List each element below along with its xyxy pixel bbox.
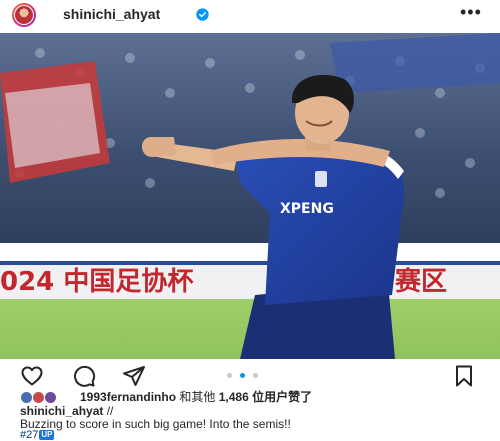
- avatar[interactable]: [12, 3, 36, 27]
- up-badge: UP: [39, 430, 55, 440]
- banner-text-right: 赛区: [394, 266, 447, 297]
- heart-icon[interactable]: [20, 364, 44, 388]
- caption-text: Buzzing to score in such big game! Into …: [20, 417, 291, 431]
- liker-avatars: [20, 391, 76, 404]
- more-options-icon[interactable]: •••: [460, 2, 482, 23]
- hashtag-link[interactable]: #27: [20, 429, 38, 441]
- carousel-dot[interactable]: [227, 373, 232, 378]
- share-icon[interactable]: [122, 364, 146, 388]
- verified-badge-icon: [196, 8, 209, 21]
- likes-count[interactable]: 1,486: [219, 390, 249, 404]
- banner-text: 024 中国足协杯: [0, 267, 193, 297]
- carousel-indicator: [227, 372, 273, 380]
- post-actions: [0, 362, 500, 388]
- photo-image: 024 中国足协杯 赛区 XPENG: [0, 33, 500, 359]
- carousel-dot[interactable]: [253, 373, 258, 378]
- carousel-dot-active[interactable]: [240, 373, 245, 378]
- caption-separator: //: [103, 404, 114, 418]
- bookmark-icon[interactable]: [452, 364, 476, 388]
- caption-username[interactable]: shinichi_ahyat: [20, 404, 103, 418]
- avatar[interactable]: [44, 391, 57, 404]
- header-username[interactable]: shinichi_ahyat: [63, 6, 160, 22]
- first-liker-username[interactable]: 1993fernandinho: [80, 390, 176, 404]
- comment-icon[interactable]: [72, 364, 96, 388]
- jersey-sponsor: XPENG: [280, 201, 334, 217]
- hashtag-line: #27 UP: [20, 429, 55, 441]
- likes-suffix: 位用户赞了: [248, 390, 313, 404]
- post-header: shinichi_ahyat •••: [0, 0, 500, 30]
- likes-text[interactable]: 1993fernandinho 和其他 1,486 位用户赞了: [80, 391, 312, 404]
- post-photo[interactable]: 024 中国足协杯 赛区 XPENG: [0, 33, 500, 359]
- likes-connector: 和其他: [176, 390, 216, 404]
